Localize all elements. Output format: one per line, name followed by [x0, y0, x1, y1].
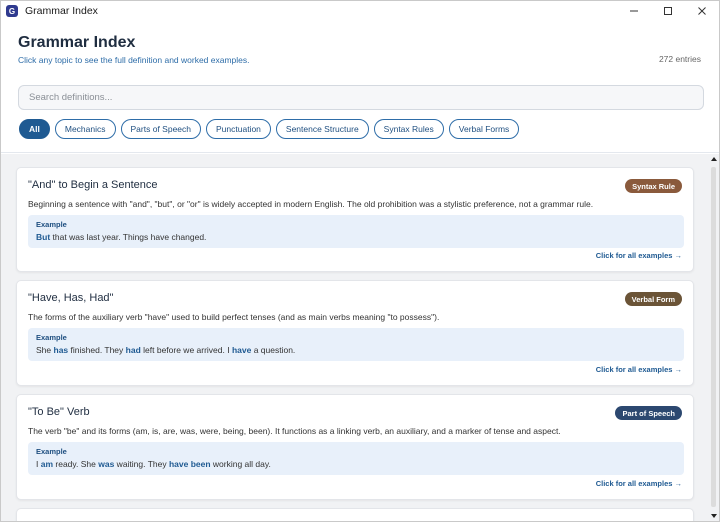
filter-chip-verbal-forms[interactable]: Verbal Forms	[448, 119, 520, 139]
maximize-button[interactable]	[651, 1, 685, 21]
example-text-segment: waiting. They	[114, 459, 169, 469]
app-window: G Grammar Index Grammar Index Click any …	[0, 0, 720, 522]
filter-chip-punctuation[interactable]: Punctuation	[206, 119, 271, 139]
example-highlight: have	[231, 345, 252, 355]
example-highlight: has	[53, 345, 69, 355]
example-highlight: was	[98, 459, 115, 469]
category-badge: Syntax Rule	[625, 179, 682, 193]
entry-count: 272 entries	[658, 54, 701, 64]
window-title: Grammar Index	[25, 5, 98, 17]
entries-list: "And" to Begin a Sentence Syntax Rule Be…	[1, 154, 709, 521]
scroll-down-arrow-icon[interactable]	[710, 512, 718, 520]
window-controls	[617, 1, 719, 21]
filter-chip-syntax-rules[interactable]: Syntax Rules	[373, 119, 444, 139]
entry-card[interactable]: "And" to Begin a Sentence Syntax Rule Be…	[16, 167, 694, 272]
example-box: Example I am ready. She was waiting. The…	[28, 442, 684, 475]
filter-chip-mechanics[interactable]: Mechanics	[54, 119, 116, 139]
minimize-button[interactable]	[617, 1, 651, 21]
example-highlight: But	[36, 232, 51, 242]
vertical-scrollbar[interactable]	[709, 154, 719, 521]
entry-title: "Have, Has, Had"	[28, 292, 114, 304]
title-bar: G Grammar Index	[1, 1, 719, 21]
minimize-icon	[630, 10, 638, 12]
entry-description: Beginning a sentence with "and", "but", …	[28, 199, 594, 209]
example-label: Example	[36, 220, 67, 229]
filter-chip-all[interactable]: All	[19, 119, 50, 139]
example-text-segment: working all day.	[210, 459, 271, 469]
example-highlight: have been	[168, 459, 211, 469]
example-highlight: had	[125, 345, 141, 355]
example-text-segment: finished. They	[68, 345, 126, 355]
all-examples-link[interactable]: Click for all examples →	[596, 479, 682, 488]
category-filters: All Mechanics Parts of Speech Punctuatio…	[19, 119, 520, 139]
example-text-segment: ready. She	[53, 459, 99, 469]
example-highlight: am	[40, 459, 54, 469]
entry-title: "And" to Begin a Sentence	[28, 179, 158, 191]
example-text-segment: a question.	[251, 345, 296, 355]
scroll-up-arrow-icon[interactable]	[710, 155, 718, 163]
app-icon: G	[6, 5, 18, 17]
all-examples-link[interactable]: Click for all examples →	[596, 365, 682, 374]
entry-title: "To Be" Verb	[28, 406, 90, 418]
example-label: Example	[36, 447, 67, 456]
page-title: Grammar Index	[18, 34, 136, 51]
example-text-segment: that was last year. Things have changed.	[50, 232, 207, 242]
entry-description: The verb "be" and its forms (am, is, are…	[28, 426, 561, 436]
maximize-icon	[664, 7, 672, 15]
scrollbar-thumb[interactable]	[711, 167, 716, 507]
close-button[interactable]	[685, 1, 719, 21]
category-badge: Verbal Form	[624, 292, 682, 306]
entry-card[interactable]: "To Be" Verb Part of Speech The verb "be…	[16, 394, 694, 500]
example-text: But that was last year. Things have chan…	[36, 232, 206, 242]
category-badge: Part of Speech	[615, 406, 682, 420]
filter-chip-parts-of-speech[interactable]: Parts of Speech	[120, 119, 201, 139]
search-input[interactable]	[18, 85, 704, 110]
close-icon	[698, 7, 706, 15]
filter-chip-sentence-structure[interactable]: Sentence Structure	[275, 119, 369, 139]
example-box: Example She has finished. They had left …	[28, 328, 684, 361]
entry-card[interactable]: "Have, Has, Had" Verbal Form The forms o…	[16, 280, 694, 386]
all-examples-link[interactable]: Click for all examples →	[596, 251, 682, 260]
example-text-segment: left before we arrived. I	[140, 345, 232, 355]
page-header: Grammar Index Click any topic to see the…	[1, 21, 719, 153]
entry-card[interactable]	[16, 508, 694, 521]
example-text: She has finished. They had left before w…	[36, 345, 295, 355]
example-label: Example	[36, 333, 67, 342]
example-box: Example But that was last year. Things h…	[28, 215, 684, 248]
entry-description: The forms of the auxiliary verb "have" u…	[28, 312, 440, 322]
page-subtitle: Click any topic to see the full definiti…	[18, 55, 250, 65]
example-text: I am ready. She was waiting. They have b…	[36, 459, 271, 469]
example-text-segment: She	[36, 345, 54, 355]
